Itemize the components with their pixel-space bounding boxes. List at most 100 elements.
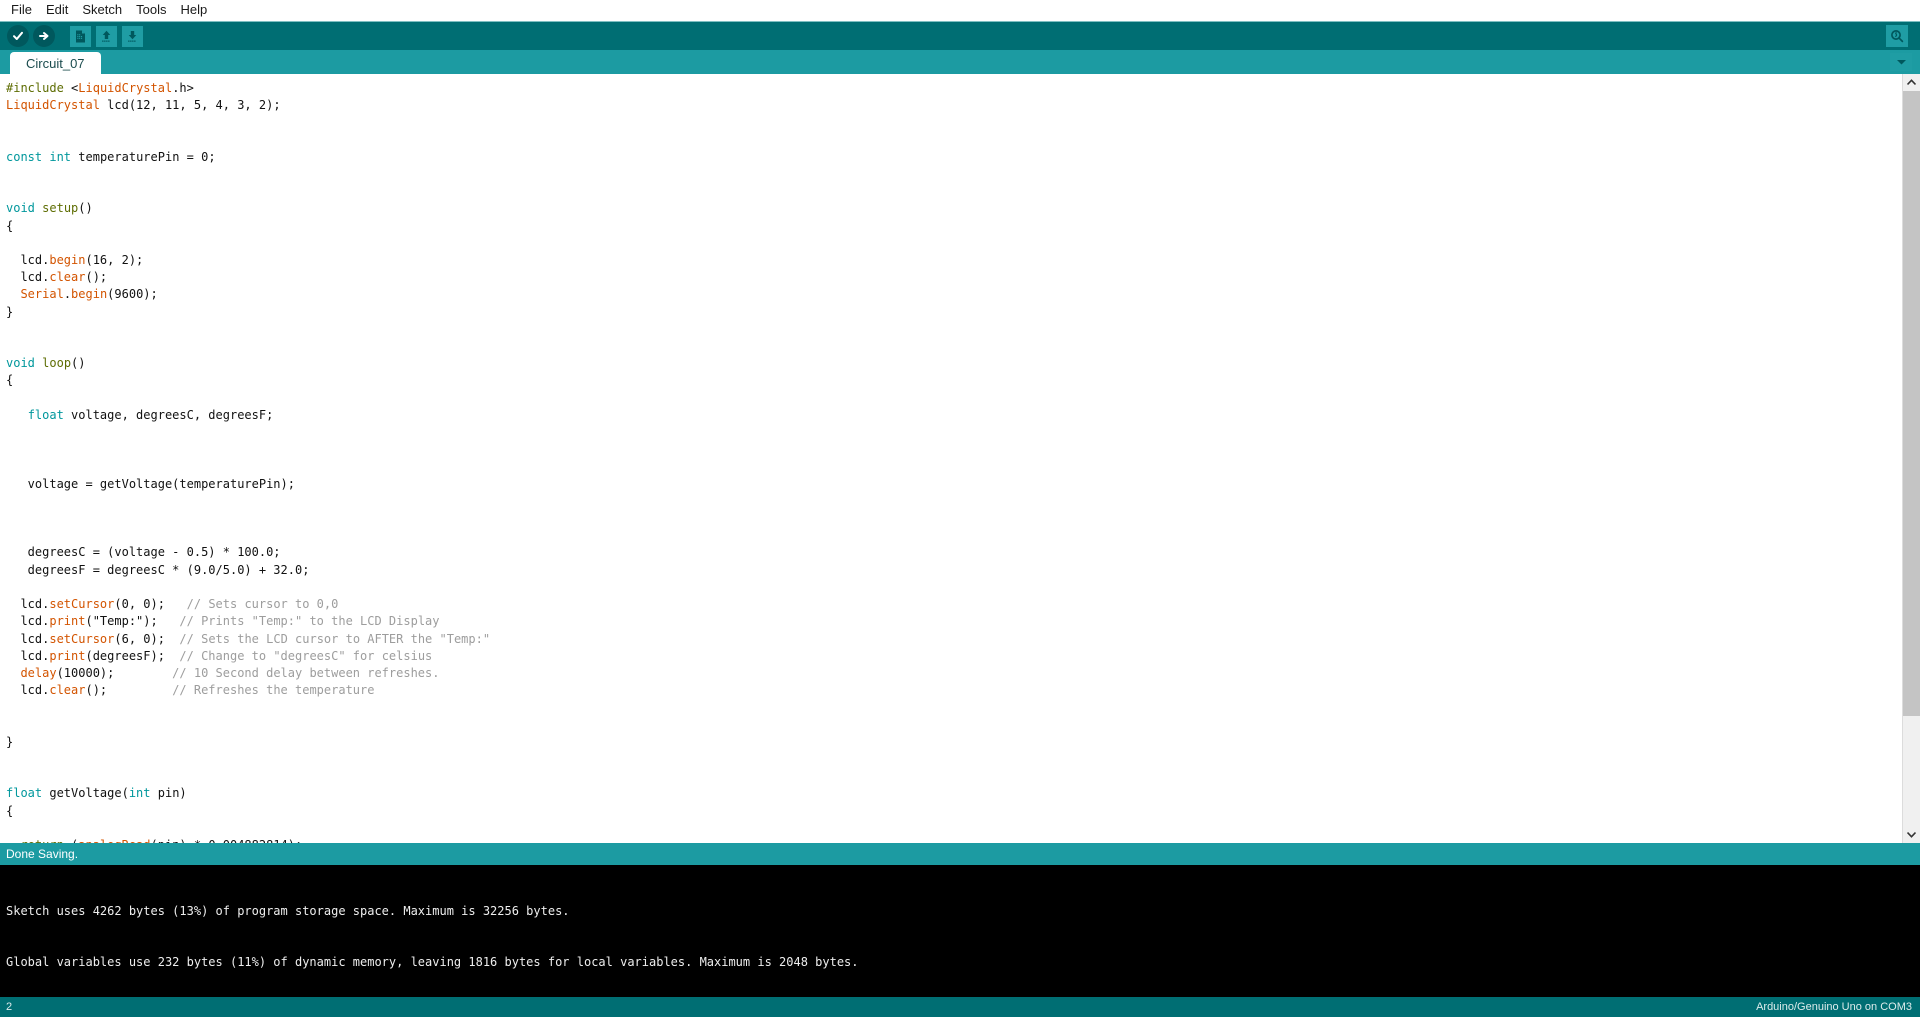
console-line: Global variables use 232 bytes (11%) of … bbox=[6, 955, 859, 969]
code-token: getVoltage( bbox=[42, 786, 129, 801]
code-content: #include <LiquidCrystal.h> LiquidCrystal… bbox=[6, 80, 1902, 843]
verify-button[interactable] bbox=[6, 24, 30, 48]
upload-button-circle bbox=[33, 25, 55, 47]
arrow-right-icon bbox=[39, 32, 49, 40]
scrollbar-thumb[interactable] bbox=[1903, 91, 1920, 716]
code-token: (6, 0); bbox=[114, 631, 180, 646]
code-token: } bbox=[6, 304, 14, 319]
chevron-up-icon bbox=[1907, 79, 1916, 86]
code-editor[interactable]: #include <LiquidCrystal.h> LiquidCrystal… bbox=[0, 74, 1902, 843]
code-token: . bbox=[63, 287, 72, 302]
arduino-ide-window: File Edit Sketch Tools Help Circuit_07 #… bbox=[0, 0, 1920, 1017]
scroll-down-button[interactable] bbox=[1903, 826, 1920, 843]
code-token: { bbox=[6, 373, 14, 388]
status-message-bar: Done Saving. bbox=[0, 843, 1920, 865]
code-token: { bbox=[6, 803, 14, 818]
code-token: ( bbox=[64, 838, 78, 843]
open-sketch-button[interactable] bbox=[94, 24, 118, 48]
editor-vertical-scrollbar[interactable] bbox=[1902, 74, 1920, 843]
code-token: lcd. bbox=[6, 270, 50, 285]
bottom-status-bar: 2 Arduino/Genuino Uno on COM3 bbox=[0, 997, 1920, 1017]
console-output[interactable]: Sketch uses 4262 bytes (13%) of program … bbox=[0, 865, 1920, 997]
code-token: return bbox=[20, 838, 63, 843]
menu-item-tools[interactable]: Tools bbox=[129, 1, 173, 20]
code-token: begin bbox=[49, 253, 86, 268]
code-token: lcd. bbox=[6, 614, 50, 629]
menu-item-help[interactable]: Help bbox=[173, 1, 214, 20]
code-token: analogRead bbox=[78, 838, 150, 843]
new-sketch-button[interactable] bbox=[68, 24, 92, 48]
code-token: clear bbox=[49, 683, 86, 698]
save-sketch-button[interactable] bbox=[120, 24, 144, 48]
menu-item-edit[interactable]: Edit bbox=[39, 1, 75, 20]
code-token: print bbox=[49, 648, 86, 663]
code-token: temperaturePin = 0; bbox=[71, 149, 216, 164]
code-token: const bbox=[6, 149, 43, 164]
code-token: { bbox=[6, 218, 14, 233]
code-token: delay bbox=[20, 665, 57, 680]
console-line: Sketch uses 4262 bytes (13%) of program … bbox=[6, 904, 570, 918]
code-token: (9600); bbox=[107, 287, 158, 302]
code-token: () bbox=[78, 201, 93, 216]
code-token: void bbox=[6, 356, 35, 371]
magnifier-icon bbox=[1891, 30, 1904, 43]
code-token: (degreesF); bbox=[85, 648, 180, 663]
editor-area: #include <LiquidCrystal.h> LiquidCrystal… bbox=[0, 74, 1920, 843]
code-token: clear bbox=[49, 270, 86, 285]
scrollbar-track[interactable] bbox=[1903, 91, 1920, 826]
tab-dropdown-button[interactable] bbox=[1890, 53, 1912, 71]
code-token: } bbox=[6, 734, 14, 749]
open-sketch-button-bg bbox=[95, 25, 117, 47]
menu-item-file[interactable]: File bbox=[4, 1, 39, 20]
code-token: (0, 0); bbox=[114, 597, 187, 612]
tab-circuit-07[interactable]: Circuit_07 bbox=[10, 52, 101, 74]
chevron-down-icon bbox=[1896, 60, 1906, 65]
code-token: print bbox=[49, 614, 86, 629]
menu-item-sketch[interactable]: Sketch bbox=[75, 1, 129, 20]
code-token: voltage, degreesC, degreesF; bbox=[63, 407, 274, 422]
tab-label: Circuit_07 bbox=[26, 55, 85, 71]
code-token: (); bbox=[85, 683, 173, 698]
code-token: (pin) * 0.004882814); bbox=[151, 838, 303, 843]
code-token: degreesF = degreesC * (9.0/5.0) + 32.0; bbox=[6, 562, 310, 577]
code-token: () bbox=[71, 356, 86, 371]
serial-monitor-button[interactable] bbox=[1886, 25, 1908, 47]
code-token: setup bbox=[42, 201, 79, 216]
code-token: voltage = getVoltage(temperaturePin); bbox=[6, 476, 295, 491]
code-token: // Sets the LCD cursor to AFTER the "Tem… bbox=[179, 631, 491, 646]
code-token: lcd. bbox=[6, 631, 50, 646]
code-token: #include bbox=[6, 81, 72, 95]
new-sketch-button-bg bbox=[69, 25, 91, 47]
menu-bar: File Edit Sketch Tools Help bbox=[0, 0, 1920, 21]
upload-button[interactable] bbox=[32, 24, 56, 48]
code-token: lcd. bbox=[6, 597, 50, 612]
code-token: pin) bbox=[150, 786, 187, 801]
status-message-text: Done Saving. bbox=[6, 847, 79, 861]
code-token: lcd. bbox=[6, 253, 50, 268]
code-token: ("Temp:"); bbox=[85, 614, 180, 629]
board-port-indicator: Arduino/Genuino Uno on COM3 bbox=[1756, 1001, 1912, 1013]
code-token: // Refreshes the temperature bbox=[172, 683, 375, 698]
code-token: // 10 Second delay between refreshes. bbox=[172, 665, 440, 680]
code-token: lcd. bbox=[6, 648, 50, 663]
code-token: lcd. bbox=[6, 683, 50, 698]
code-token: setCursor bbox=[49, 631, 115, 646]
arrow-up-icon bbox=[101, 30, 110, 42]
new-file-icon bbox=[75, 30, 85, 42]
code-token: .h> bbox=[172, 81, 194, 95]
save-sketch-button-bg bbox=[121, 25, 143, 47]
code-token: setCursor bbox=[49, 597, 115, 612]
verify-button-circle bbox=[7, 25, 29, 47]
code-token: LiquidCrystal bbox=[6, 98, 100, 113]
code-token: lcd(12, 11, 5, 4, 3, 2); bbox=[99, 98, 281, 113]
code-token: float bbox=[6, 786, 43, 801]
code-token: // Prints "Temp:" to the LCD Display bbox=[179, 614, 440, 629]
code-token: // Change to "degreesC" for celsius bbox=[179, 648, 433, 663]
code-token: (16, 2); bbox=[85, 253, 144, 268]
code-token: (10000); bbox=[56, 665, 173, 680]
code-token: (); bbox=[85, 270, 108, 285]
scroll-up-button[interactable] bbox=[1903, 74, 1920, 91]
